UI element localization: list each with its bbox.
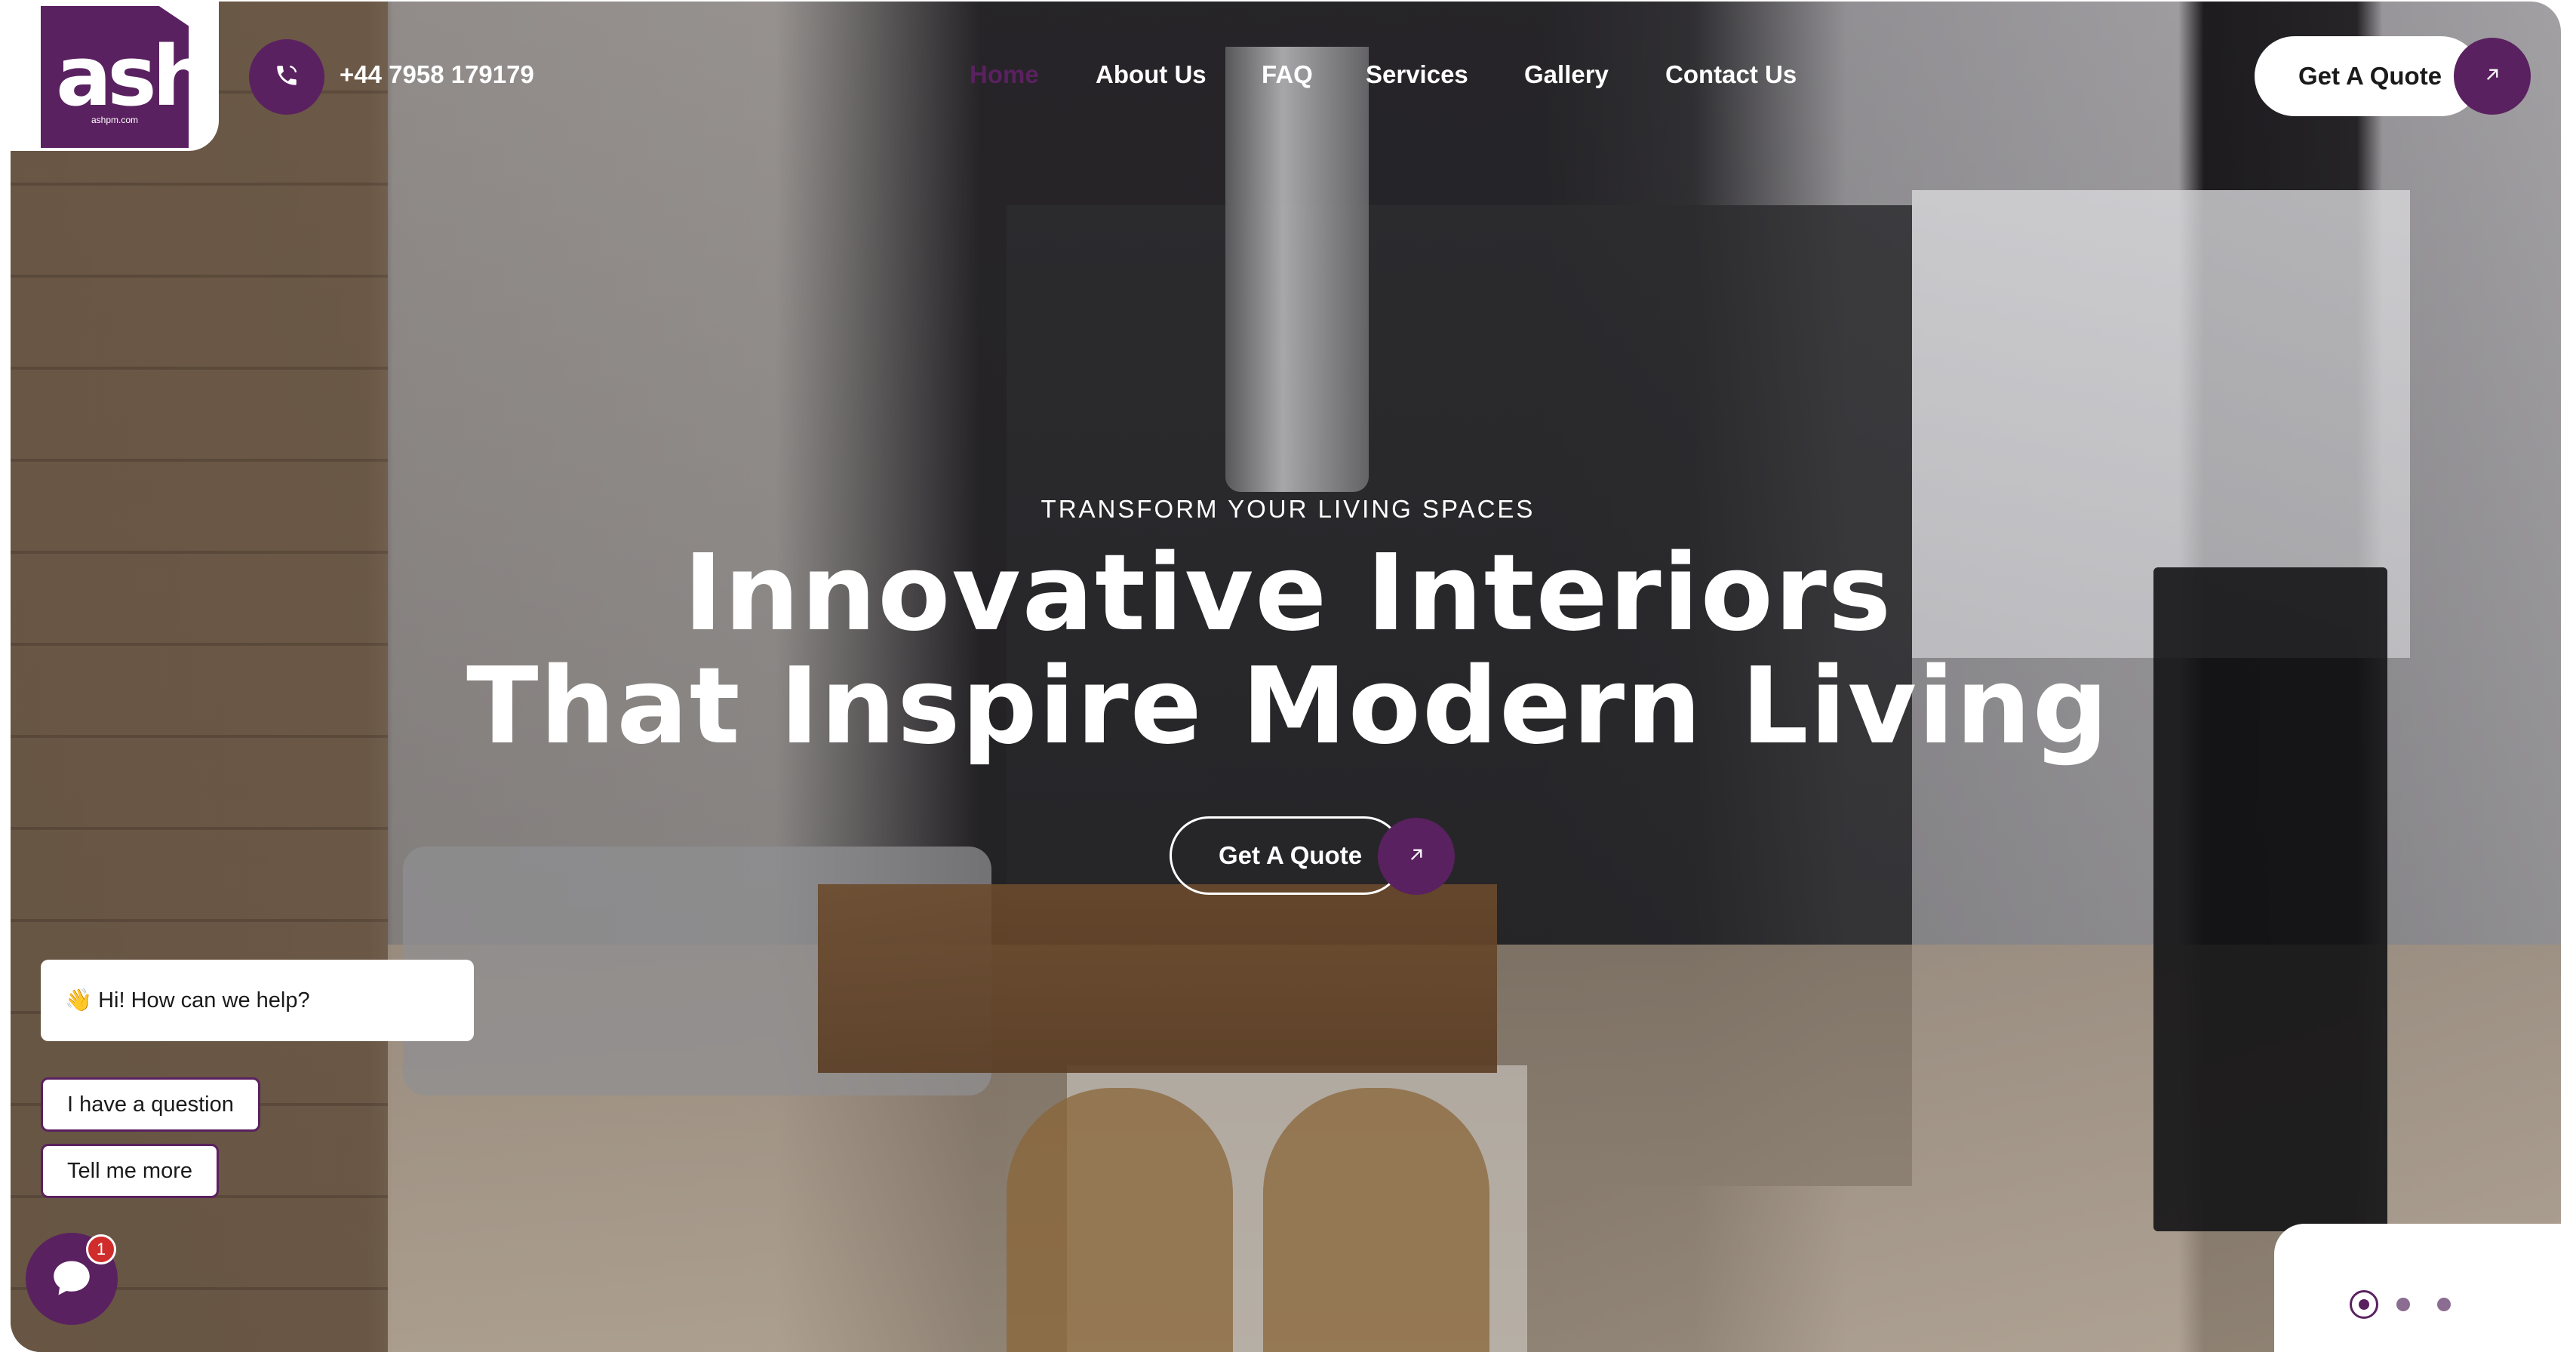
nav-gallery[interactable]: Gallery bbox=[1524, 60, 1609, 89]
stool bbox=[1263, 1088, 1489, 1352]
header-quote-arrow-button[interactable] bbox=[2454, 38, 2531, 115]
header-quote-button[interactable]: Get A Quote bbox=[2255, 36, 2481, 116]
nav-services[interactable]: Services bbox=[1366, 60, 1468, 89]
header-quote-label: Get A Quote bbox=[2298, 62, 2442, 90]
nav-about-us[interactable]: About Us bbox=[1096, 60, 1207, 89]
chat-greeting: 👋 Hi! How can we help? bbox=[41, 960, 474, 1041]
hero-quote-button[interactable]: Get A Quote bbox=[1170, 816, 1403, 895]
logo-subtext: ashpm.com bbox=[91, 115, 139, 125]
wooden-counter bbox=[818, 884, 1497, 1073]
logo-wordmark: ash bbox=[56, 28, 207, 124]
stool bbox=[1007, 1088, 1233, 1352]
hero-quote-label: Get A Quote bbox=[1219, 841, 1363, 869]
chat-option-question[interactable]: I have a question bbox=[41, 1077, 260, 1132]
hero-quote-arrow-button[interactable] bbox=[1378, 818, 1455, 895]
hero-headline: Innovative Interiors That Inspire Modern… bbox=[0, 537, 2576, 764]
phone-button[interactable] bbox=[249, 39, 324, 115]
chat-bubble-icon bbox=[49, 1255, 94, 1303]
nav-faq[interactable]: FAQ bbox=[1262, 60, 1313, 89]
arrow-up-right-icon bbox=[1405, 843, 1428, 870]
logo-notch: ash ashpm.com bbox=[0, 0, 219, 151]
nav-contact-us[interactable]: Contact Us bbox=[1665, 60, 1797, 89]
slider-dot-2[interactable] bbox=[2396, 1298, 2410, 1311]
slider-dot-3[interactable] bbox=[2437, 1298, 2451, 1311]
wave-emoji: 👋 bbox=[65, 988, 93, 1012]
chat-option-tell-more[interactable]: Tell me more bbox=[41, 1144, 219, 1198]
nav-home[interactable]: Home bbox=[970, 60, 1039, 89]
phone-number-link[interactable]: +44 7958 179179 bbox=[340, 60, 534, 89]
chat-greeting-text: Hi! How can we help? bbox=[98, 988, 310, 1012]
hero-headline-line1: Innovative Interiors bbox=[683, 532, 1893, 655]
notification-badge: 1 bbox=[86, 1234, 116, 1264]
arrow-up-right-icon bbox=[2481, 63, 2504, 90]
hero-eyebrow: TRANSFORM YOUR LIVING SPACES bbox=[1041, 495, 1535, 523]
brand-logo[interactable]: ash ashpm.com bbox=[41, 6, 189, 148]
slider-dots-notch bbox=[2274, 1224, 2576, 1352]
phone-icon bbox=[274, 63, 300, 92]
slider-dot-1[interactable] bbox=[2350, 1290, 2378, 1319]
range-hood bbox=[1225, 47, 1369, 492]
hero-headline-line2: That Inspire Modern Living bbox=[466, 645, 2110, 768]
